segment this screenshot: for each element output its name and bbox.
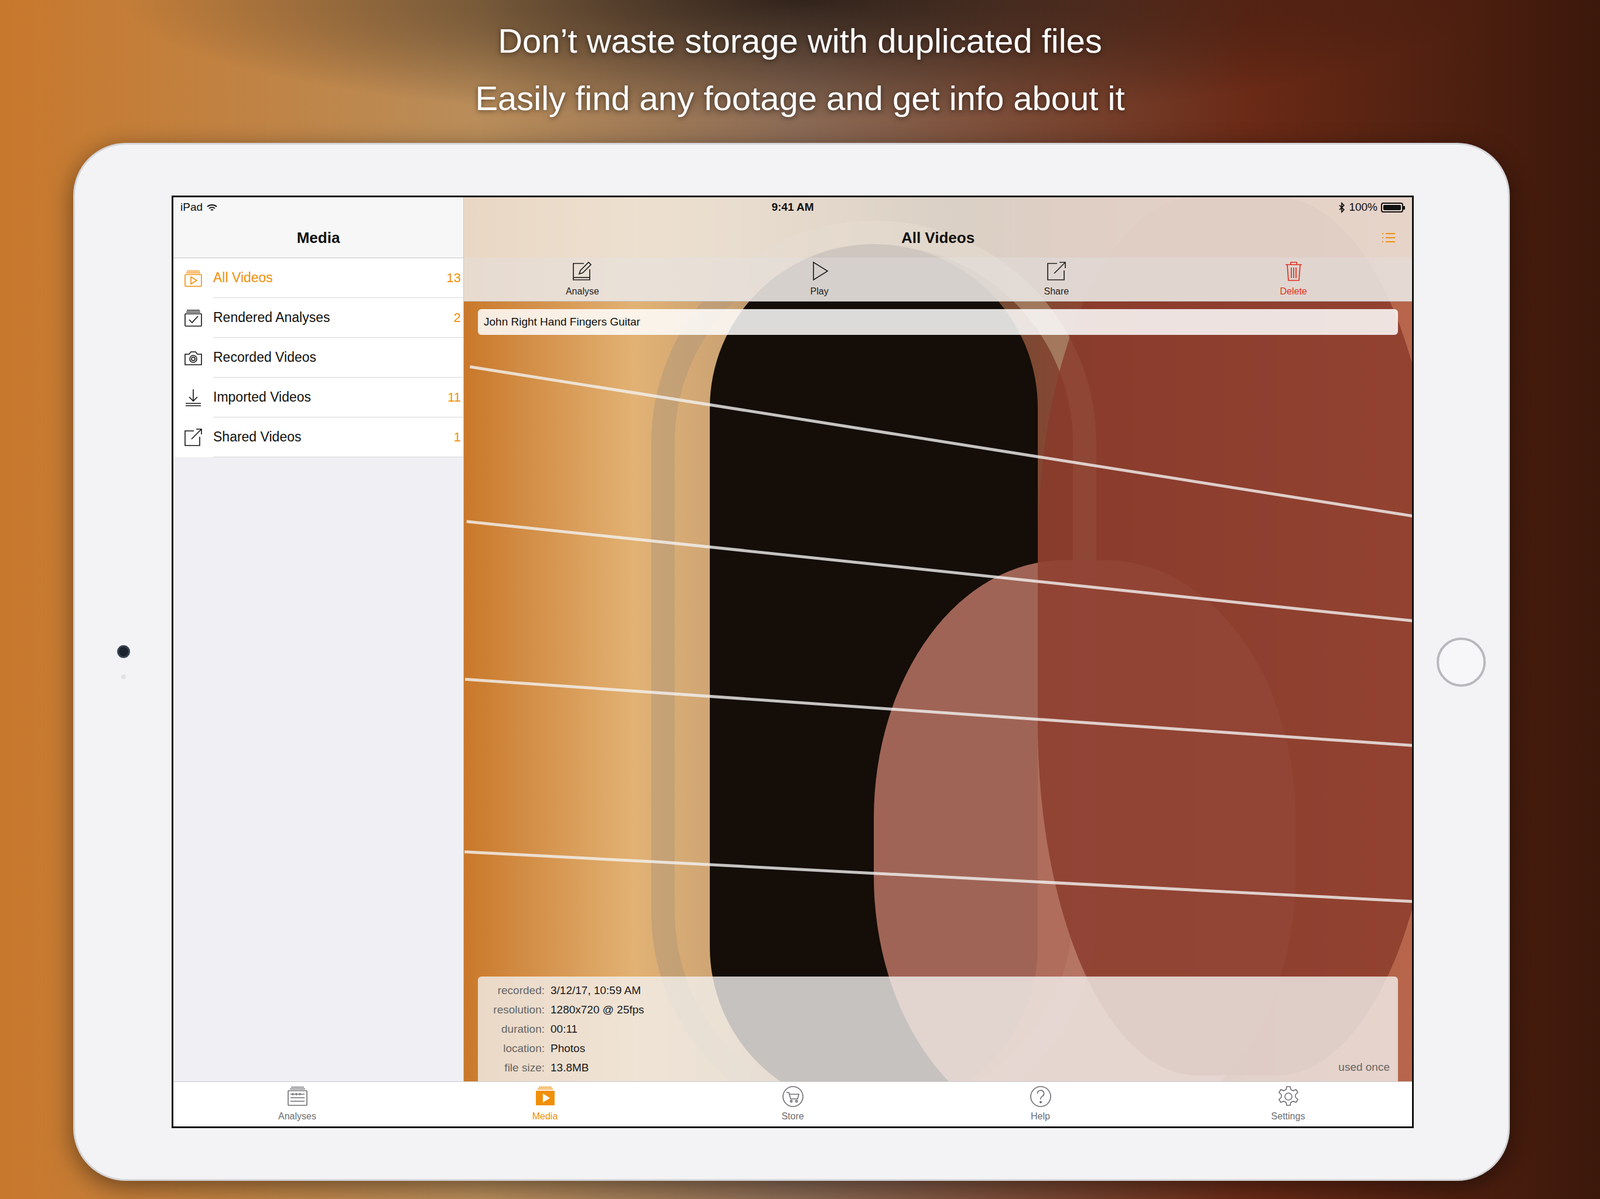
- tab[interactable]: Media: [421, 1082, 669, 1127]
- item-count: 1: [453, 427, 464, 447]
- tab[interactable]: Store: [668, 1082, 917, 1127]
- help-icon: [1028, 1085, 1053, 1109]
- headline-text: Don’t waste storage with duplicated file…: [497, 22, 1103, 60]
- tab-label: Help: [1030, 1109, 1051, 1124]
- info-row: resolution:1280x720 @ 25fps: [481, 1000, 1339, 1021]
- info-label: duration:: [481, 1021, 545, 1039]
- info-label: recorded:: [481, 982, 545, 1000]
- info-value: Photos: [544, 1040, 586, 1058]
- all-videos-icon: [173, 268, 214, 289]
- sidebar: MediaAll Videos13Rendered Analyses2Recor…: [173, 197, 464, 1082]
- status-bar: iPad 9:41 AM 100%: [173, 197, 1413, 218]
- ipad-frame: MediaAll Videos13Rendered Analyses2Recor…: [73, 142, 1510, 1182]
- trash-icon: [1282, 260, 1305, 283]
- item-count: 11: [447, 387, 464, 408]
- sidebar-item[interactable]: Shared Videos1: [173, 417, 464, 458]
- analyses-icon: [285, 1085, 310, 1109]
- item-label: Shared Videos: [213, 426, 454, 448]
- toolbar-button[interactable]: Share: [938, 257, 1176, 302]
- device-label: iPad: [180, 199, 203, 217]
- toolbar-label: Delete: [1280, 284, 1308, 299]
- tab-label: Settings: [1271, 1109, 1306, 1124]
- tab-label: Analyses: [278, 1109, 317, 1124]
- tab-label: Store: [781, 1109, 804, 1124]
- sidebar-item[interactable]: Rendered Analyses2: [173, 298, 464, 338]
- toolbar-label: Play: [810, 284, 829, 299]
- home-button[interactable]: [1436, 637, 1486, 687]
- wifi-icon: [206, 203, 218, 213]
- item-count: 13: [446, 268, 464, 288]
- info-row: recorded:3/12/17, 10:59 AM: [481, 981, 1339, 1001]
- info-value: 00:11: [544, 1021, 578, 1039]
- info-label: file size:: [481, 1060, 545, 1078]
- clock: 9:41 AM: [588, 199, 997, 217]
- main-title: All Videos: [510, 226, 1366, 250]
- info-value: 1280x720 @ 25fps: [544, 1002, 645, 1020]
- tab-bar: Analyses Media Store Help Settings: [173, 1081, 1413, 1127]
- headline: Don’t waste storage with duplicated file…: [0, 0, 1600, 143]
- tab[interactable]: Help: [916, 1082, 1165, 1127]
- info-label: location:: [481, 1040, 545, 1058]
- tab[interactable]: Analyses: [173, 1082, 422, 1127]
- info-row: location:Photos: [481, 1039, 1339, 1059]
- toolbar-label: Analyse: [565, 284, 600, 299]
- import-icon: [173, 387, 214, 408]
- analyse-icon: [571, 260, 594, 283]
- item-label: Recorded Videos: [213, 347, 464, 368]
- camera-icon: [173, 347, 214, 368]
- media-icon: [533, 1085, 557, 1109]
- battery-level: 100%: [1348, 199, 1378, 217]
- store-icon: [781, 1085, 805, 1109]
- info-row: file size:13.8MB: [481, 1058, 1339, 1079]
- info-label: resolution:: [481, 1002, 545, 1020]
- video-title: John Right Hand Fingers Guitar: [477, 309, 1398, 335]
- main-panel: All Videos Analyse Play Share Delete John Rig…: [463, 197, 1413, 1082]
- sidebar-item[interactable]: All Videos13: [173, 258, 464, 299]
- toolbar-button[interactable]: Play: [701, 257, 939, 302]
- sidebar-item[interactable]: Imported Videos11: [173, 377, 464, 418]
- info-value: 13.8MB: [544, 1060, 589, 1078]
- list-icon[interactable]: [1365, 231, 1413, 245]
- share-icon: [1045, 260, 1068, 283]
- toolbar-button[interactable]: Delete: [1174, 257, 1413, 302]
- play-icon: [808, 260, 831, 283]
- screen: MediaAll Videos13Rendered Analyses2Recor…: [171, 195, 1414, 1129]
- item-count: 2: [453, 308, 464, 328]
- sidebar-title: Media: [173, 217, 464, 258]
- tab[interactable]: Settings: [1164, 1082, 1413, 1127]
- sidebar-list: All Videos13Rendered Analyses2Recorded V…: [173, 258, 464, 458]
- info-panel: recorded:3/12/17, 10:59 AMresolution:128…: [477, 976, 1398, 1082]
- headline-text: Easily find any footage and get info abo…: [474, 79, 1125, 118]
- sidebar-item[interactable]: Recorded Videos: [173, 337, 464, 378]
- bluetooth-icon: [1338, 202, 1346, 214]
- item-label: Imported Videos: [213, 387, 448, 408]
- toolbar-button[interactable]: Analyse: [463, 257, 702, 302]
- settings-icon: [1276, 1085, 1301, 1109]
- rendered-analyses-icon: [173, 308, 214, 328]
- info-row: duration:00:11: [481, 1020, 1339, 1040]
- battery-icon: [1380, 202, 1405, 213]
- usage-label: used once: [1338, 1059, 1395, 1079]
- toolbar-label: Share: [1044, 284, 1070, 299]
- tab-label: Media: [532, 1109, 559, 1124]
- item-label: Rendered Analyses: [213, 307, 454, 328]
- info-value: 3/12/17, 10:59 AM: [544, 982, 641, 1000]
- share-icon: [173, 427, 214, 448]
- toolbar: Analyse Play Share Delete: [463, 257, 1413, 302]
- camera-icon: [117, 645, 131, 659]
- item-label: All Videos: [213, 267, 447, 289]
